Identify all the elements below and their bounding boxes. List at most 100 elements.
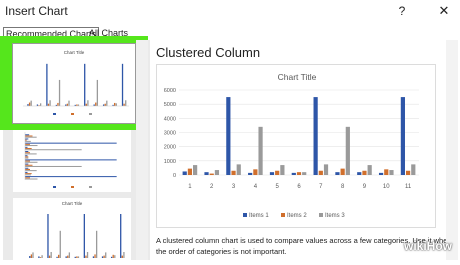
thumb2-bar	[25, 174, 31, 176]
thumb2-bar	[25, 148, 32, 150]
bar-2-cat-11	[405, 170, 411, 175]
thumb1-bar	[125, 100, 127, 106]
close-button[interactable]: ✕	[432, 2, 456, 20]
thumbnail-scrollbar[interactable]	[136, 40, 148, 260]
thumb3-bar	[85, 255, 87, 258]
bar-1-cat-10	[378, 172, 384, 175]
x-tick-label: 2	[210, 184, 214, 190]
bar-3-cat-6	[302, 172, 307, 175]
chart-preview: Chart Title 0 1000 2000 3000 4000 5000 6000 1 2…	[156, 64, 436, 228]
thumb2-bar	[25, 163, 29, 165]
bar-2-cat-3	[231, 170, 236, 175]
thumb3-bar	[32, 252, 34, 258]
y-tick-label: 1000	[164, 159, 176, 165]
help-button[interactable]: ?	[392, 2, 412, 20]
thumb2-legend-swatch-3	[89, 186, 92, 188]
thumb2-bar	[25, 178, 38, 180]
bar-2-cat-2	[209, 173, 214, 175]
thumb2-bar	[25, 168, 30, 170]
thumb2-legend-swatch-2	[71, 186, 74, 188]
thumb2-bar	[25, 143, 30, 145]
insert-chart-dialog: Insert Chart ? ✕ Recommended Charts All …	[0, 0, 460, 260]
thumb2-bar	[25, 164, 33, 166]
y-tick-label: 5000	[164, 102, 176, 108]
bar-3-cat-2	[214, 170, 220, 175]
thumb3-bar	[92, 256, 95, 258]
legend: Items 1 Items 2 Items 3	[243, 213, 345, 219]
x-tick-label: 9	[363, 184, 367, 190]
legend-swatch-2	[281, 213, 285, 217]
x-tick-label: 4	[254, 184, 258, 190]
y-tick-label: 3000	[164, 131, 176, 137]
thumb1-bar	[28, 102, 31, 106]
legend-swatch-1	[243, 213, 247, 217]
chart-svg: Chart Title 0 1000 2000 3000 4000 5000 6000 1 2…	[164, 72, 419, 219]
thumb2-bar	[25, 135, 33, 137]
thumb1-bar	[30, 100, 32, 106]
bar-3-cat-8	[345, 126, 350, 175]
thumb3-bar	[101, 256, 104, 258]
description-scrollbar[interactable]	[446, 40, 458, 260]
bar-2-cat-5	[275, 170, 280, 175]
x-tick-label: 10	[383, 184, 390, 190]
thumb2-bar	[25, 159, 117, 161]
thumb2-bar	[25, 138, 29, 140]
legend-label-2: Items 2	[287, 213, 307, 219]
thumb1-bar	[68, 100, 70, 106]
x-tick-label: 3	[232, 184, 236, 190]
thumb2-bar	[25, 152, 30, 154]
thumb3-bar	[41, 255, 43, 258]
bar-1-cat-9	[357, 172, 362, 175]
thumb2-bar	[25, 151, 29, 153]
bar-1-cat-1	[182, 171, 187, 175]
thumbnail-combo[interactable]: Chart Title	[13, 198, 131, 260]
thumb2-bar	[25, 177, 30, 179]
thumb1-bar	[106, 100, 108, 106]
thumb3-bar	[94, 254, 96, 258]
thumb1-bar	[46, 63, 48, 106]
y-tick-label: 0	[173, 173, 176, 179]
thumb3-bar	[65, 256, 67, 258]
bar-2-cat-6	[296, 172, 302, 175]
thumbnail-clustered-bar[interactable]	[13, 130, 131, 192]
thumb3-bar	[58, 254, 60, 258]
thumb2-bar	[25, 142, 117, 144]
thumb1-legend-swatch-3	[89, 113, 92, 115]
thumb1-bar	[96, 79, 99, 106]
thumb2-bar	[25, 170, 37, 172]
bar-1-cat-3	[226, 97, 231, 175]
bar-2-cat-10	[384, 169, 389, 175]
thumb1-bar	[114, 102, 116, 106]
thumb3-bar	[112, 254, 114, 258]
thumb1-bar	[104, 103, 106, 106]
thumb3-bar	[110, 256, 113, 258]
thumb3-bars	[29, 214, 125, 258]
bar-3-cat-10	[389, 170, 394, 175]
thumb2-bar	[25, 157, 29, 159]
bar-1-cat-8	[335, 172, 340, 175]
bar-1-cat-2	[204, 172, 209, 175]
thumb1-legend-swatch-2	[71, 113, 74, 115]
thumb3-bar	[103, 255, 105, 258]
thumb2-bar	[25, 165, 82, 167]
thumb2-bar	[25, 173, 32, 175]
thumb1-bar	[47, 103, 50, 106]
thumb3-bar	[39, 257, 42, 258]
thumb3-bar	[86, 252, 89, 258]
thumb1-bar	[84, 63, 86, 106]
thumb2-bar	[25, 156, 29, 158]
thumbnail-clustered-column[interactable]: Chart Title	[12, 43, 136, 124]
thumb3-bar	[105, 252, 107, 258]
bar-3-cat-7	[323, 164, 329, 175]
thumb3-bar	[47, 214, 49, 258]
thumb1-bar	[121, 63, 124, 106]
chart-title: Chart Title	[278, 72, 317, 82]
thumb1-bar	[95, 102, 97, 106]
bar-2-cat-8	[340, 168, 345, 175]
thumb2-bar	[25, 140, 31, 142]
thumb1-bar	[58, 79, 61, 106]
bar-1-cat-4	[248, 172, 253, 175]
x-tick-label: 11	[405, 184, 412, 190]
thumb3-bar	[120, 214, 122, 258]
legend-label-1: Items 1	[249, 213, 269, 219]
